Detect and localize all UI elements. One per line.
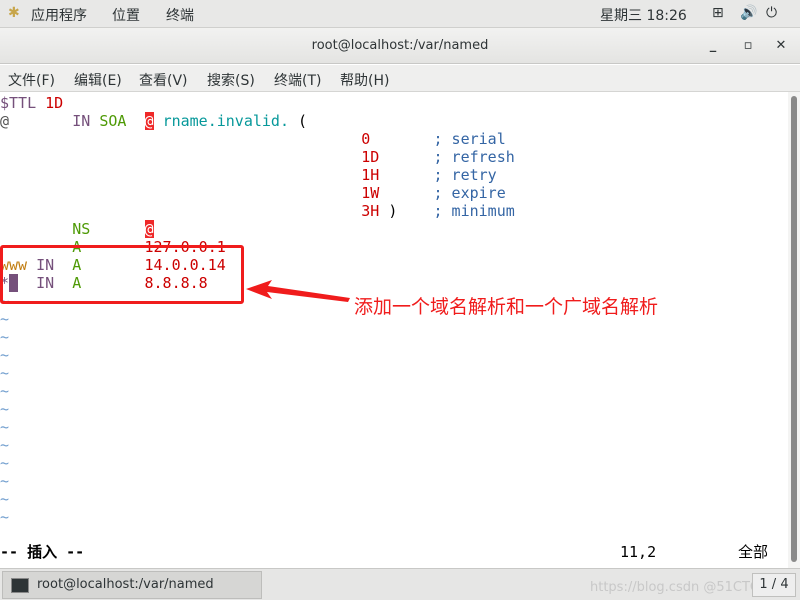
window-title: root@localhost:/var/named	[311, 38, 489, 53]
empty-line-tilde: ~	[0, 328, 10, 346]
empty-line-tilde: ~	[0, 382, 10, 400]
code-token: 1D	[45, 94, 64, 112]
menu-bar: 文件(F) 编辑(E) 查看(V) 搜索(S) 终端(T) 帮助(H)	[0, 65, 800, 92]
scrollbar-thumb[interactable]	[791, 96, 797, 562]
code-token: IN	[72, 112, 91, 130]
editor-line: NS @	[0, 220, 154, 238]
code-token: (	[289, 112, 308, 130]
code-token: $TTL	[0, 94, 46, 112]
menu-terminal[interactable]: 终端(T)	[274, 70, 321, 90]
maximize-button[interactable]: ▫	[733, 28, 763, 64]
empty-line-tilde: ~	[0, 310, 10, 328]
taskbar-window-label: root@localhost:/var/named	[37, 577, 214, 592]
code-token: SOA	[99, 112, 127, 130]
menu-view[interactable]: 查看(V)	[139, 70, 188, 90]
code-token: @	[144, 220, 154, 238]
code-token: ; minimum	[433, 202, 515, 220]
editor-line: 1H ; retry	[0, 166, 497, 184]
scrollbar[interactable]	[788, 92, 800, 568]
cursor-position: 11,2	[620, 543, 657, 561]
workspace-pager[interactable]: 1 / 4	[752, 573, 796, 597]
empty-line-tilde: ~	[0, 346, 10, 364]
empty-line-tilde: ~	[0, 364, 10, 382]
terminal-editor[interactable]: $TTL 1D @ IN SOA @ rname.invalid. ( 0 ; s…	[0, 92, 788, 568]
menu-file[interactable]: 文件(F)	[8, 70, 55, 90]
editor-line: 0 ; serial	[0, 130, 506, 148]
code-token: NS	[72, 220, 91, 238]
editor-line: 1D ; refresh	[0, 148, 515, 166]
close-button[interactable]: ✕	[766, 28, 796, 64]
window-titlebar: root@localhost:/var/named _ ▫ ✕	[0, 28, 800, 64]
editor-line: 3H ) ; minimum	[0, 202, 515, 220]
scroll-position: 全部	[738, 543, 769, 561]
empty-line-tilde: ~	[0, 436, 10, 454]
taskbar-window-button[interactable]: root@localhost:/var/named	[2, 571, 262, 599]
code-token: ; retry	[433, 166, 497, 184]
highlight-box	[0, 245, 244, 304]
mode-indicator: -- 插入 --	[0, 543, 85, 561]
minimize-button[interactable]: _	[698, 28, 728, 64]
terminal-icon	[11, 578, 29, 593]
menu-search[interactable]: 搜索(S)	[207, 70, 255, 90]
editor-line: @ IN SOA @ rname.invalid. (	[0, 112, 307, 130]
terminal-menu[interactable]: 终端	[166, 5, 194, 25]
empty-line-tilde: ~	[0, 418, 10, 436]
power-icon[interactable]: ⏻	[766, 5, 777, 21]
code-token: )	[379, 202, 434, 220]
menu-help[interactable]: 帮助(H)	[340, 70, 389, 90]
code-token: ; expire	[433, 184, 506, 202]
top-bar: ✱ 应用程序 位置 终端 星期三 18:26 ⊞ 🔊 ⏻	[0, 0, 800, 28]
code-token: ; refresh	[433, 148, 515, 166]
clock[interactable]: 星期三 18:26	[600, 5, 687, 25]
empty-line-tilde: ~	[0, 454, 10, 472]
taskbar: root@localhost:/var/named https://blog.c…	[0, 568, 800, 600]
empty-line-tilde: ~	[0, 508, 10, 526]
code-token: rname.invalid.	[162, 112, 289, 130]
code-token: ; serial	[433, 130, 506, 148]
editor-line: $TTL 1D	[0, 94, 63, 112]
empty-line-tilde: ~	[0, 490, 10, 508]
empty-line-tilde: ~	[0, 400, 10, 418]
apps-icon: ✱	[8, 5, 20, 21]
code-token: @	[144, 112, 154, 130]
annotation-text: 添加一个域名解析和一个广域名解析	[354, 296, 659, 318]
code-token: 3H	[361, 202, 380, 220]
editor-line: 1W ; expire	[0, 184, 506, 202]
code-token: @	[0, 112, 10, 130]
network-icon[interactable]: ⊞	[712, 5, 724, 21]
arrow-icon	[246, 280, 350, 302]
empty-line-tilde: ~	[0, 472, 10, 490]
applications-menu[interactable]: 应用程序	[31, 5, 87, 25]
code-token: 1H	[361, 166, 380, 184]
code-token: 1W	[361, 184, 380, 202]
volume-icon[interactable]: 🔊	[740, 5, 757, 21]
code-token: 0	[361, 130, 371, 148]
code-token: 1D	[361, 148, 380, 166]
places-menu[interactable]: 位置	[112, 5, 140, 25]
menu-edit[interactable]: 编辑(E)	[74, 70, 122, 90]
